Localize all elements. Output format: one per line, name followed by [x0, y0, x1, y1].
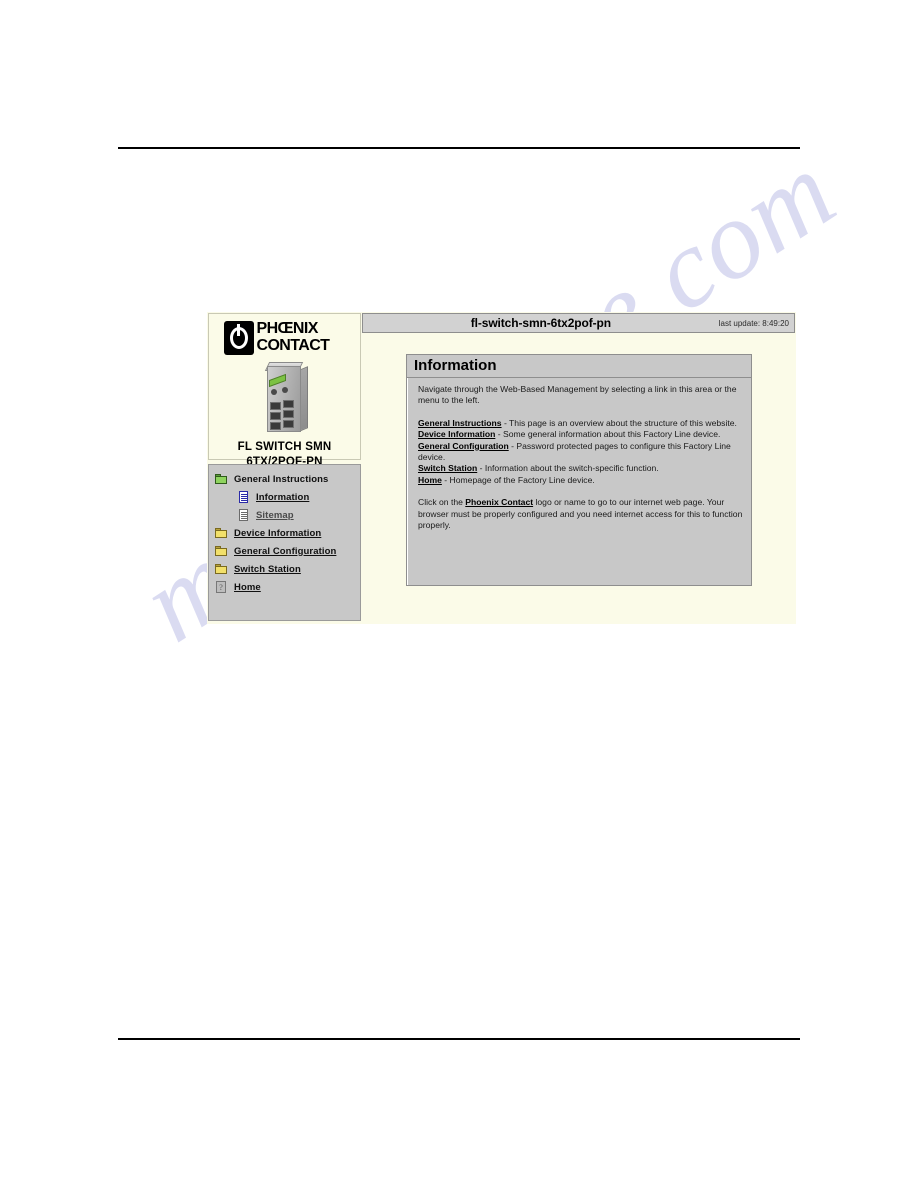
nav-item-sitemap[interactable]: Sitemap — [209, 507, 360, 523]
intro-text: Navigate through the Web-Based Managemen… — [418, 384, 737, 406]
nav-label: Switch Station — [234, 563, 301, 575]
nav-item-device-information[interactable]: Device Information — [209, 525, 360, 541]
folder-yellow-icon — [215, 545, 228, 557]
phoenix-contact-wordmark: PHŒNIX CONTACT — [257, 320, 330, 354]
wbm-left-column: PHŒNIX CONTACT FL SWITCH SMN 6TX/2POF-PN… — [207, 312, 362, 624]
device-title-bar: fl-switch-smn-6tx2pof-pn last update: 8:… — [362, 313, 795, 333]
nav-label: Home — [234, 581, 261, 593]
fl-switch-device-photo — [254, 362, 316, 436]
nav-label: General Instructions — [234, 473, 329, 485]
link-home[interactable]: Home — [418, 475, 442, 485]
link-line-general-configuration: General Configuration - Password protect… — [418, 441, 743, 464]
document-grey-icon — [237, 509, 250, 521]
folder-green-icon — [215, 473, 228, 485]
wbm-right-column: fl-switch-smn-6tx2pof-pn last update: 8:… — [362, 312, 796, 624]
device-title: fl-switch-smn-6tx2pof-pn — [470, 316, 611, 330]
desc: - Information about the switch-specific … — [477, 463, 659, 474]
folder-yellow-icon — [215, 527, 228, 539]
phoenix-mark-icon — [223, 321, 254, 355]
panel-heading: Information — [407, 355, 751, 378]
footer-text: Click on the Phoenix Contact logo or nam… — [418, 497, 743, 531]
document-blue-icon — [237, 491, 250, 503]
page-rule-top — [118, 147, 800, 149]
nav-item-home[interactable]: ? Home — [209, 579, 360, 595]
footer-pre: Click on the — [418, 497, 466, 508]
link-line-device-information: Device Information - Some general inform… — [418, 429, 743, 440]
link-line-general-instructions: General Instructions - This page is an o… — [418, 418, 743, 429]
link-line-switch-station: Switch Station - Information about the s… — [418, 463, 743, 474]
page-grey-icon: ? — [215, 581, 228, 593]
page-rule-bottom — [118, 1038, 800, 1040]
link-switch-station[interactable]: Switch Station — [418, 463, 477, 473]
link-line-home: Home - Homepage of the Factory Line devi… — [418, 475, 743, 486]
wbm-screenshot: PHŒNIX CONTACT FL SWITCH SMN 6TX/2POF-PN… — [207, 312, 796, 624]
nav-item-switch-station[interactable]: Switch Station — [209, 561, 360, 577]
nav-label: Device Information — [234, 527, 322, 539]
desc: - Homepage of the Factory Line device. — [441, 474, 595, 485]
link-general-instructions[interactable]: General Instructions — [418, 418, 502, 428]
brand-panel: PHŒNIX CONTACT FL SWITCH SMN 6TX/2POF-PN — [208, 313, 361, 468]
information-panel: Information Navigate through the Web-Bas… — [406, 354, 752, 586]
link-general-configuration[interactable]: General Configuration — [418, 441, 509, 451]
logo-line-1: PHŒNIX — [256, 320, 319, 337]
nav-item-general-instructions[interactable]: General Instructions — [209, 471, 360, 487]
navigation-tree: General Instructions Information Sitemap… — [208, 464, 361, 621]
nav-item-general-configuration[interactable]: General Configuration — [209, 543, 360, 559]
device-name-line-1: FL SWITCH SMN — [237, 441, 332, 453]
folder-yellow-icon — [215, 563, 228, 575]
desc: - Some general information about this Fa… — [495, 429, 721, 440]
link-device-information[interactable]: Device Information — [418, 429, 495, 439]
phoenix-contact-logo-icon[interactable]: PHŒNIX CONTACT — [223, 320, 346, 357]
link-phoenix-contact[interactable]: Phoenix Contact — [465, 497, 533, 507]
logo-line-2: CONTACT — [256, 337, 330, 354]
nav-item-information[interactable]: Information — [209, 489, 360, 505]
nav-label: General Configuration — [234, 545, 337, 557]
last-update-status: last update: 8:49:20 — [718, 318, 789, 328]
nav-label: Sitemap — [256, 509, 294, 521]
desc: - This page is an overview about the str… — [501, 417, 737, 428]
panel-body: Navigate through the Web-Based Managemen… — [407, 378, 751, 531]
nav-label: Information — [256, 491, 310, 503]
